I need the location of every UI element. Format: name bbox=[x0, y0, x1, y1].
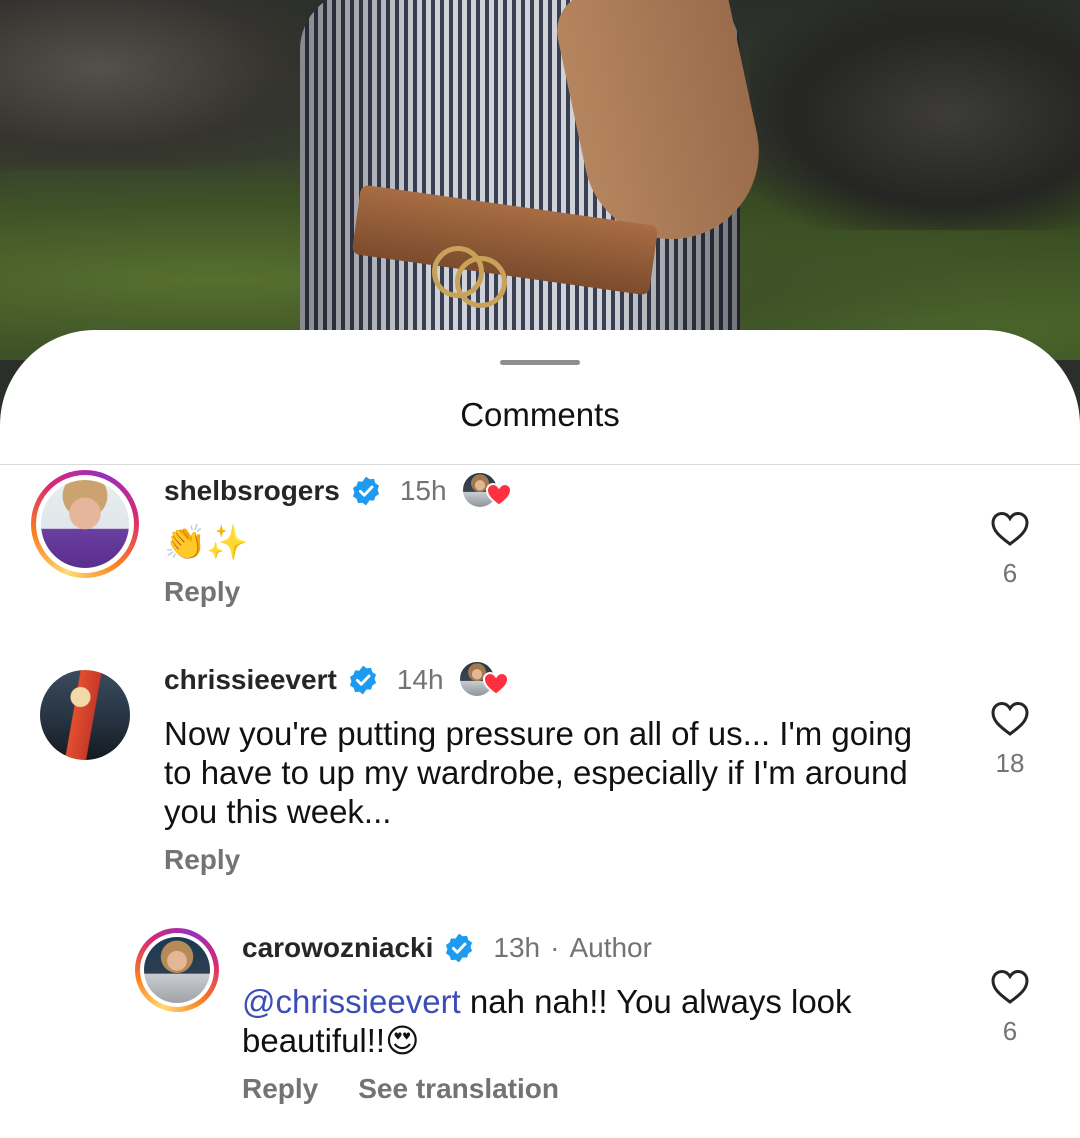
heart-outline-icon[interactable] bbox=[989, 508, 1031, 548]
comment-time: 13h bbox=[493, 932, 541, 963]
verified-badge-icon bbox=[446, 933, 473, 963]
author-liked-heart-icon bbox=[482, 671, 509, 696]
photo-crowd-right bbox=[750, 0, 1080, 230]
comment-text: Now you're putting pressure on all of us… bbox=[164, 715, 913, 830]
see-translation-button[interactable]: See translation bbox=[358, 1073, 559, 1105]
verified-badge-icon bbox=[352, 476, 379, 506]
sheet-drag-handle[interactable] bbox=[500, 360, 580, 365]
comment-text: @chrissieevert nah nah!! You always look… bbox=[242, 982, 932, 1060]
heart-outline-icon[interactable] bbox=[989, 966, 1031, 1006]
like-control: 18 bbox=[980, 698, 1040, 779]
heart-outline-icon[interactable] bbox=[989, 698, 1031, 738]
username[interactable]: carowozniacki bbox=[242, 932, 433, 964]
reply-button[interactable]: Reply bbox=[164, 844, 240, 876]
username[interactable]: chrissieevert bbox=[164, 664, 337, 696]
username[interactable]: shelbsrogers bbox=[164, 475, 340, 507]
comment-actions: Reply bbox=[164, 576, 240, 608]
comment-text: 👏✨ bbox=[164, 524, 249, 562]
photo-belt-buckle bbox=[455, 256, 507, 308]
avatar-image bbox=[144, 937, 210, 1003]
avatar[interactable] bbox=[135, 928, 219, 1012]
like-count: 6 bbox=[1002, 558, 1018, 588]
post-photo bbox=[0, 0, 1080, 360]
avatar[interactable] bbox=[40, 670, 130, 760]
liked-by-author-badge bbox=[460, 471, 513, 511]
comment-header: chrissieevert 14h bbox=[164, 660, 510, 700]
divider bbox=[0, 464, 1080, 465]
verified-badge-icon bbox=[349, 665, 376, 695]
comment-actions: Reply See translation bbox=[242, 1073, 559, 1105]
like-control: 6 bbox=[980, 508, 1040, 589]
separator-dot: · bbox=[550, 932, 560, 963]
avatar[interactable] bbox=[31, 470, 139, 578]
comment-actions: Reply bbox=[164, 844, 240, 876]
comment-time: 14h bbox=[396, 664, 444, 695]
reply-button[interactable]: Reply bbox=[242, 1073, 318, 1105]
reply-button[interactable]: Reply bbox=[164, 576, 240, 608]
like-count: 18 bbox=[995, 748, 1025, 778]
photo-crowd-left bbox=[0, 0, 330, 170]
like-control: 6 bbox=[980, 966, 1040, 1047]
author-label: Author bbox=[569, 932, 652, 963]
author-liked-heart-icon bbox=[485, 482, 512, 507]
avatar-image bbox=[41, 480, 129, 568]
comments-sheet: Comments shelbsrogers 15h 👏✨ Reply 6 chr… bbox=[0, 330, 1080, 1138]
comment-time: 15h bbox=[399, 475, 447, 506]
comment-header: shelbsrogers 15h bbox=[164, 471, 513, 511]
like-count: 6 bbox=[1002, 1016, 1018, 1046]
mention-link[interactable]: @chrissieevert bbox=[242, 983, 461, 1020]
liked-by-author-badge bbox=[457, 660, 510, 700]
comment-header: carowozniacki 13h · Author bbox=[242, 928, 652, 968]
sheet-title: Comments bbox=[460, 396, 620, 433]
